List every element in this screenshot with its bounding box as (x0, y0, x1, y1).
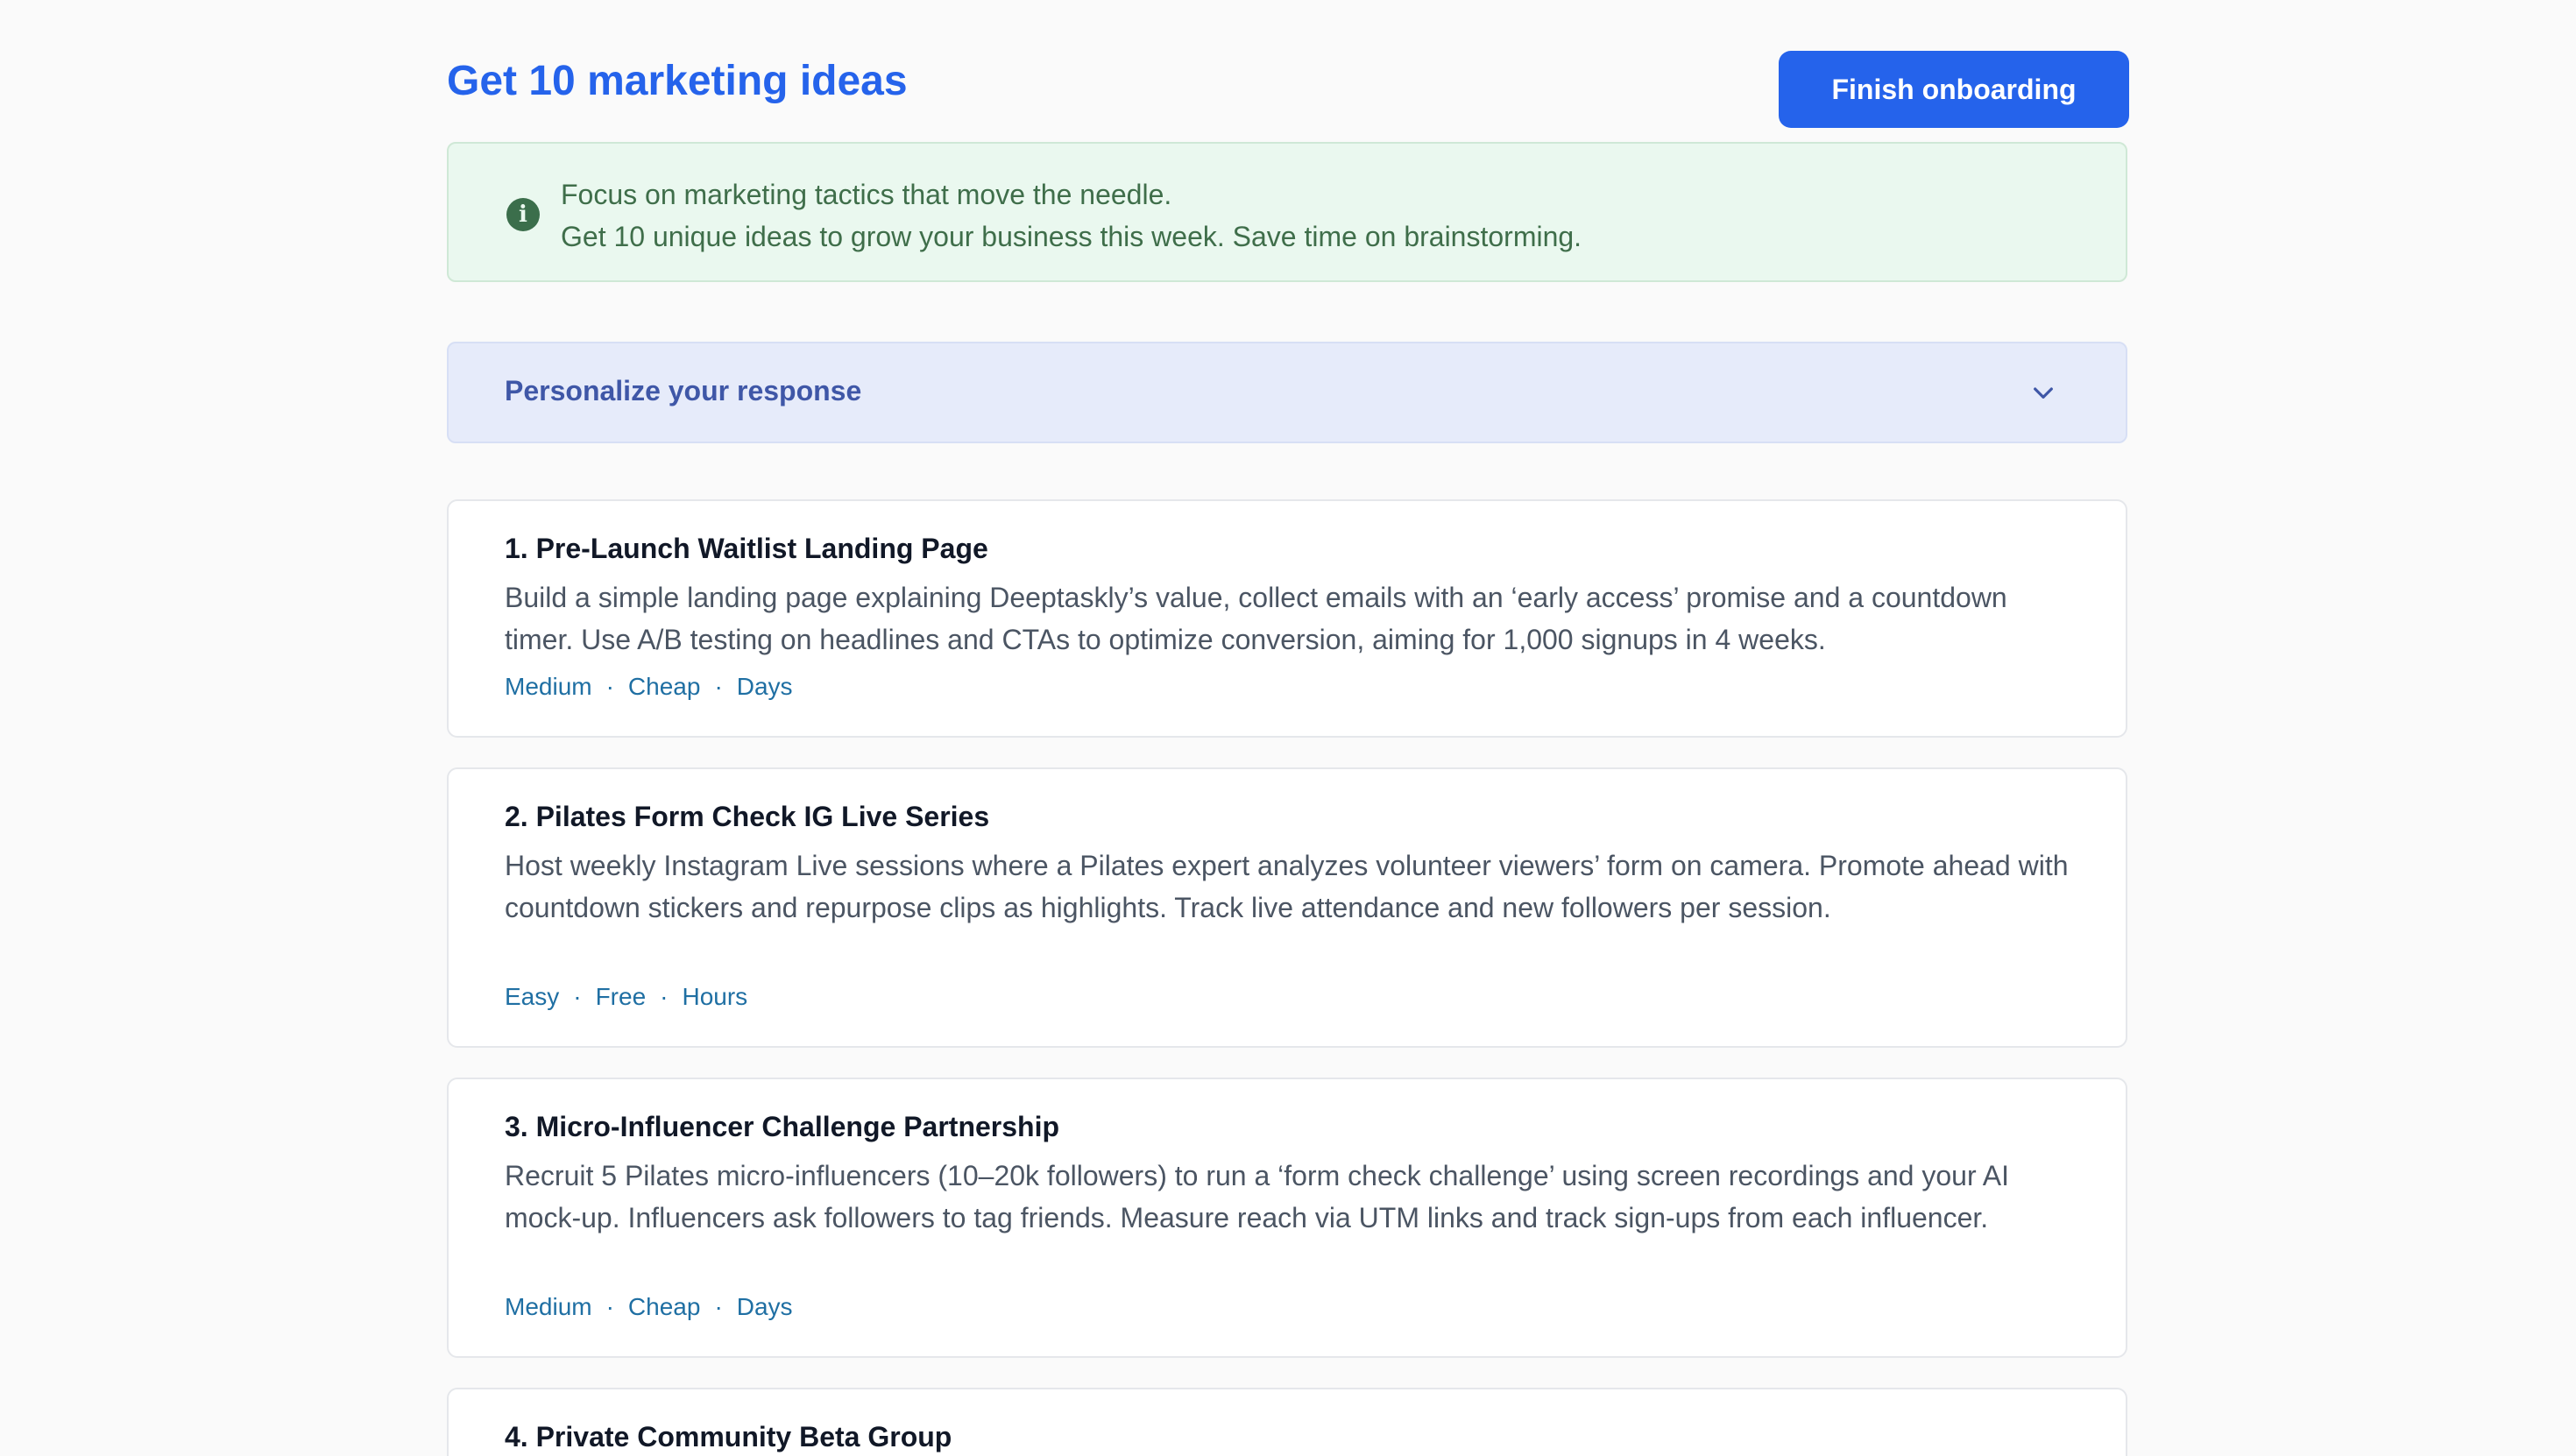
idea-description: Build a simple landing page explaining D… (505, 582, 2007, 655)
personalize-label: Personalize your response (505, 375, 862, 406)
idea-title: 1. Pre-Launch Waitlist Landing Page (505, 533, 988, 564)
idea-title: 4. Private Community Beta Group (505, 1421, 952, 1452)
difficulty-tag: Medium (505, 1293, 592, 1320)
idea-card: 4. Private Community Beta Group (447, 1388, 2127, 1456)
idea-title: 3. Micro-Influencer Challenge Partnershi… (505, 1111, 1060, 1142)
tag-separator: · (714, 673, 723, 700)
info-line-1: Focus on marketing tactics that move the… (561, 179, 1172, 210)
cost-tag: Free (595, 983, 647, 1010)
info-line-2: Get 10 unique ideas to grow your busines… (561, 221, 1582, 252)
tag-separator: · (660, 983, 669, 1010)
tag-separator: · (714, 1293, 723, 1320)
main-container: Get 10 marketing ideas Finish onboarding… (447, 51, 2129, 1456)
idea-tags: Easy · Free · Hours (505, 983, 747, 1011)
time-tag: Hours (682, 983, 748, 1010)
page-title: Get 10 marketing ideas (447, 58, 908, 104)
cost-tag: Cheap (627, 1293, 701, 1320)
idea-card: 2. Pilates Form Check IG Live Series Hos… (447, 767, 2127, 1048)
difficulty-tag: Easy (505, 983, 560, 1010)
idea-card: 3. Micro-Influencer Challenge Partnershi… (447, 1078, 2127, 1358)
idea-description: Host weekly Instagram Live sessions wher… (505, 850, 2069, 923)
cost-tag: Cheap (627, 673, 701, 700)
page: Get 10 marketing ideas Finish onboarding… (0, 0, 2576, 1456)
difficulty-tag: Medium (505, 673, 592, 700)
time-tag: Days (736, 1293, 793, 1320)
idea-tags: Medium · Cheap · Days (505, 673, 793, 701)
finish-onboarding-button[interactable]: Finish onboarding (1779, 51, 2129, 128)
tag-separator: · (573, 983, 582, 1010)
time-tag: Days (736, 673, 793, 700)
tag-separator: · (605, 673, 614, 700)
tag-separator: · (605, 1293, 614, 1320)
idea-description: Recruit 5 Pilates micro-influencers (10–… (505, 1160, 2009, 1233)
idea-tags: Medium · Cheap · Days (505, 1293, 793, 1321)
info-circle-icon: i (506, 198, 540, 231)
personalize-accordion[interactable]: Personalize your response (447, 342, 2127, 443)
idea-card: 1. Pre-Launch Waitlist Landing Page Buil… (447, 499, 2127, 738)
header: Get 10 marketing ideas Finish onboarding (447, 51, 2129, 128)
info-banner: i Focus on marketing tactics that move t… (447, 142, 2127, 282)
info-text: Focus on marketing tactics that move the… (561, 173, 1582, 258)
chevron-down-icon[interactable] (2029, 378, 2057, 406)
idea-title: 2. Pilates Form Check IG Live Series (505, 801, 990, 832)
